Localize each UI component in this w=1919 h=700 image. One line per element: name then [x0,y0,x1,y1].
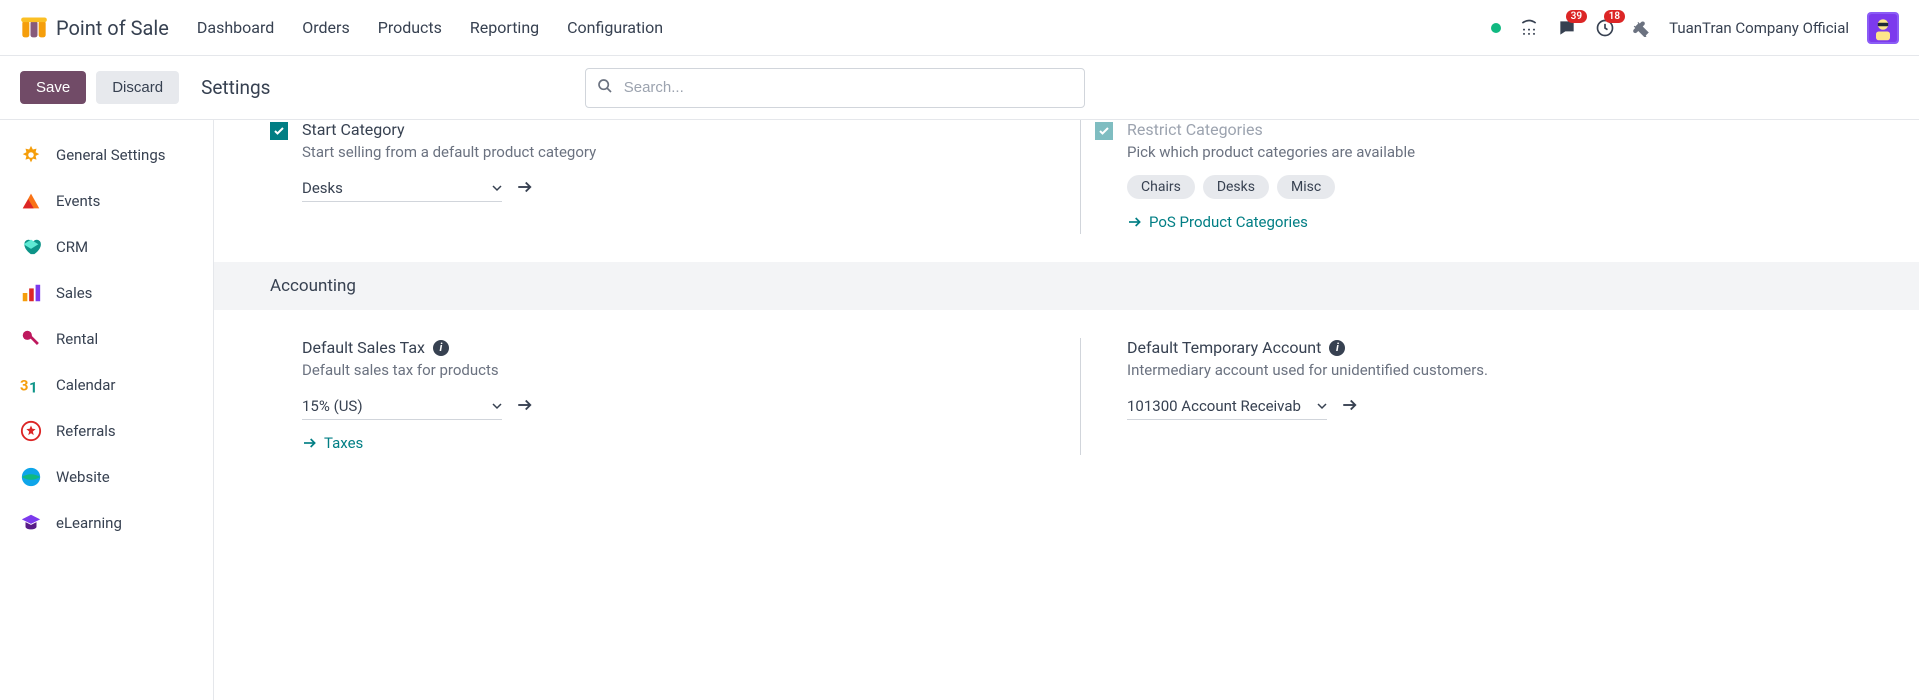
discard-button[interactable]: Discard [96,71,179,104]
default-temp-account-title: Default Temporary Account [1127,338,1321,357]
default-temp-account-select[interactable]: 101300 Account Receivab [1127,393,1327,420]
sidebar-label: Rental [56,330,98,348]
nav-dashboard[interactable]: Dashboard [197,18,274,37]
sidebar-item-crm[interactable]: CRM [0,224,213,270]
default-sales-tax-title: Default Sales Tax [302,338,425,357]
default-sales-tax-value: 15% (US) [302,397,363,415]
search-input[interactable] [585,68,1085,108]
sidebar-label: CRM [56,238,88,256]
start-category-desc: Start selling from a default product cat… [302,143,1054,161]
sidebar-label: eLearning [56,514,122,532]
caret-down-icon [492,179,502,197]
default-temp-account-value: 101300 Account Receivab [1127,397,1301,415]
main-nav: Dashboard Orders Products Reporting Conf… [197,18,663,37]
search-icon [597,78,613,98]
start-category-title: Start Category [302,120,1054,139]
accounting-header: Accounting [214,262,1919,310]
search-wrap [585,68,1085,108]
nav-reporting[interactable]: Reporting [470,18,539,37]
sidebar-label: Calendar [56,376,116,394]
nav-orders[interactable]: Orders [302,18,349,37]
crm-icon [20,236,42,258]
restrict-categories-desc: Pick which product categories are availa… [1127,143,1879,161]
tag-chairs[interactable]: Chairs [1127,175,1195,199]
default-sales-tax-link-icon[interactable] [516,396,534,418]
control-bar: Save Discard Settings [0,56,1919,120]
sidebar-item-sales[interactable]: Sales [0,270,213,316]
default-temp-account-desc: Intermediary account used for unidentifi… [1127,361,1879,379]
company-name[interactable]: TuanTran Company Official [1669,19,1849,37]
info-icon[interactable]: i [1329,340,1345,356]
info-icon[interactable]: i [433,340,449,356]
sidebar-label: Website [56,468,110,486]
caret-down-icon [492,397,502,415]
caret-down-icon [1317,397,1327,415]
start-category-value: Desks [302,179,343,197]
sidebar-item-elearning[interactable]: eLearning [0,500,213,546]
start-category-link-icon[interactable] [516,178,534,200]
sidebar-item-general[interactable]: General Settings [0,132,213,178]
pos-categories-link-label: PoS Product Categories [1149,213,1308,231]
events-icon [20,190,42,212]
app-logo[interactable]: Point of Sale [20,14,169,42]
start-category-checkbox[interactable] [270,122,288,140]
elearning-icon [20,512,42,534]
restrict-categories-title: Restrict Categories [1127,120,1879,139]
taxes-link-label: Taxes [324,434,363,452]
sidebar-item-referrals[interactable]: Referrals [0,408,213,454]
pos-categories-link[interactable]: PoS Product Categories [1127,213,1308,231]
referrals-icon [20,420,42,442]
setting-restrict-categories: Restrict Categories Pick which product c… [1080,120,1879,234]
sidebar-label: Events [56,192,100,210]
setting-default-sales-tax: Default Sales Tax i Default sales tax fo… [270,338,1054,455]
restrict-categories-tags: Chairs Desks Misc [1127,175,1879,199]
breadcrumb: Settings [201,76,270,99]
rental-icon [20,328,42,350]
default-temp-account-link-icon[interactable] [1341,396,1359,418]
top-navbar: Point of Sale Dashboard Orders Products … [0,0,1919,56]
default-sales-tax-select[interactable]: 15% (US) [302,393,502,420]
nav-configuration[interactable]: Configuration [567,18,663,37]
gear-icon [20,144,42,166]
sidebar-label: Referrals [56,422,116,440]
taxes-link[interactable]: Taxes [302,434,363,452]
default-sales-tax-desc: Default sales tax for products [302,361,1054,379]
svg-text:3: 3 [20,377,28,395]
activities-badge: 18 [1604,10,1625,23]
start-category-select[interactable]: Desks [302,175,502,202]
sidebar-item-website[interactable]: Website [0,454,213,500]
setting-default-temp-account: Default Temporary Account i Intermediary… [1080,338,1879,455]
pos-app-icon [20,14,48,42]
restrict-categories-checkbox[interactable] [1095,122,1113,140]
calendar-icon: 31 [20,374,42,396]
tag-misc[interactable]: Misc [1277,175,1335,199]
sidebar-item-events[interactable]: Events [0,178,213,224]
activities-icon[interactable]: 18 [1595,18,1615,38]
topbar-right: 39 18 TuanTran Company Official [1491,12,1899,44]
svg-text:1: 1 [29,378,37,396]
sidebar-label: General Settings [56,146,166,164]
save-button[interactable]: Save [20,71,86,104]
messages-badge: 39 [1566,10,1587,23]
sidebar-item-rental[interactable]: Rental [0,316,213,362]
messages-icon[interactable]: 39 [1557,18,1577,38]
settings-main: Start Category Start selling from a defa… [214,120,1919,700]
setting-start-category: Start Category Start selling from a defa… [270,120,1054,234]
user-avatar[interactable] [1867,12,1899,44]
sidebar-item-calendar[interactable]: 31 Calendar [0,362,213,408]
sales-icon [20,282,42,304]
nav-products[interactable]: Products [378,18,442,37]
settings-sidebar: General Settings Events CRM Sales Rental… [0,120,214,700]
tag-desks[interactable]: Desks [1203,175,1269,199]
voip-icon[interactable] [1519,18,1539,38]
debug-icon[interactable] [1633,19,1651,37]
connection-status-icon [1491,23,1501,33]
sidebar-label: Sales [56,284,92,302]
website-icon [20,466,42,488]
app-name: Point of Sale [56,16,169,40]
